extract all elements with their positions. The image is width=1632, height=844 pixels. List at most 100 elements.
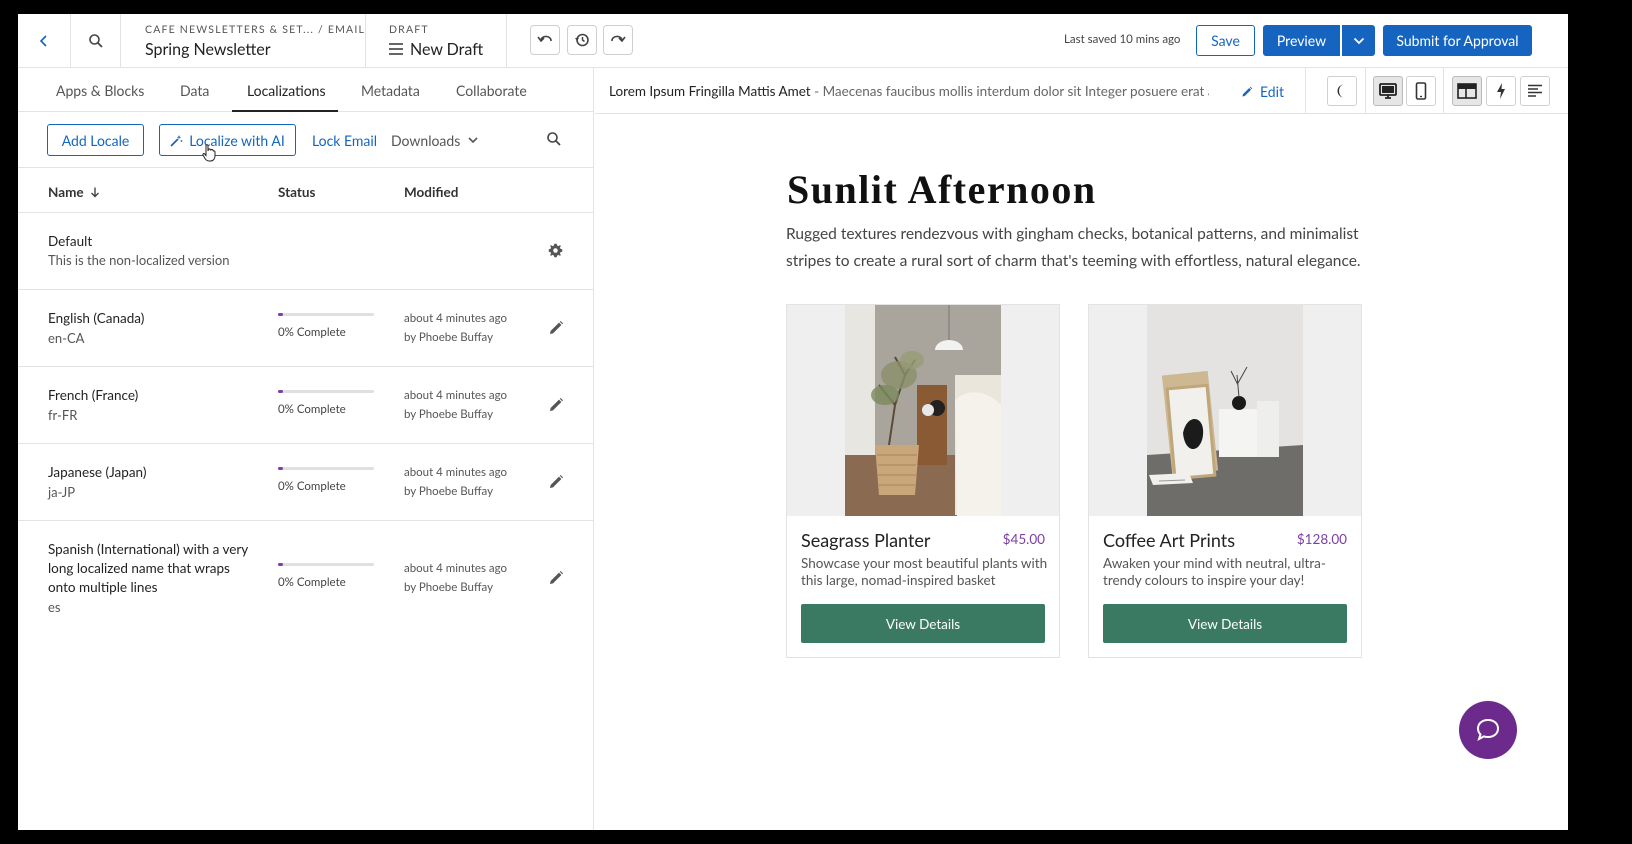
product-card: Coffee Art Prints $128.00 Awaken your mi…: [1088, 304, 1362, 658]
hand-cursor-icon: [202, 144, 216, 162]
subject-text: Lorem Ipsum Fringilla Mattis Amet: [609, 83, 811, 99]
text-align-icon: [1528, 84, 1542, 97]
localize-ai-button[interactable]: Localize with AI: [159, 124, 296, 156]
undo-button[interactable]: [530, 25, 560, 55]
progress-bar: [278, 390, 374, 393]
draft-name: New Draft: [410, 39, 484, 59]
product-title: Seagrass Planter: [801, 529, 931, 551]
product-description: Awaken your mind with neutral, ultra-tre…: [1103, 555, 1326, 588]
search-button[interactable]: [71, 14, 121, 68]
save-button[interactable]: Save: [1196, 25, 1255, 56]
progress-fill: [278, 563, 283, 566]
product-price: $128.00: [1296, 531, 1347, 547]
menu-icon: [389, 43, 403, 55]
amp-view-button[interactable]: [1486, 76, 1516, 106]
name-column-header[interactable]: Name: [48, 184, 100, 200]
product-image: [1089, 305, 1361, 516]
chevron-down-icon: [468, 136, 478, 143]
progress-fill: [278, 390, 283, 393]
chat-support-button[interactable]: [1459, 701, 1517, 759]
product-title: Coffee Art Prints: [1103, 529, 1235, 551]
email-heading: Sunlit Afternoon: [787, 167, 1097, 212]
chevron-left-icon: [39, 35, 47, 47]
modified-time: about 4 minutes ago: [404, 389, 508, 402]
email-breadcrumb[interactable]: CAFE NEWSLETTERS & SET... / EMAIL Spring…: [121, 14, 366, 68]
app-window: CAFE NEWSLETTERS & SET... / EMAIL Spring…: [18, 14, 1568, 830]
tab-data[interactable]: Data: [180, 68, 209, 112]
submit-approval-button[interactable]: Submit for Approval: [1383, 25, 1532, 56]
status-column-header: Status: [278, 184, 316, 200]
desktop-view-button[interactable]: [1373, 76, 1403, 106]
subject-line: Lorem Ipsum Fringilla Mattis Amet - Maec…: [609, 83, 1209, 99]
tab-bar: Apps & Blocks Data Localizations Metadat…: [18, 68, 594, 112]
locale-code: en-CA: [48, 330, 85, 346]
layout-icon: [1457, 83, 1477, 99]
tab-collaborate[interactable]: Collaborate: [456, 68, 527, 112]
pencil-icon[interactable]: [548, 397, 564, 413]
divider: [1305, 68, 1306, 114]
modified-by: by Phoebe Buffay: [404, 581, 494, 594]
locale-row[interactable]: Spanish (International) with a very long…: [18, 520, 594, 635]
downloads-dropdown[interactable]: Downloads: [391, 124, 478, 156]
downloads-label: Downloads: [391, 131, 461, 149]
email-intro: Rugged textures rendezvous with gingham …: [786, 225, 1361, 270]
edit-subject-button[interactable]: Edit: [1241, 83, 1284, 100]
locale-name: Japanese (Japan): [48, 464, 147, 480]
text-view-button[interactable]: [1520, 76, 1550, 106]
mobile-icon: [1415, 82, 1427, 100]
preheader-text: - Maecenas faucibus mollis interdum dolo…: [814, 83, 1209, 99]
locale-row[interactable]: English (Canada) en-CA 0% Complete about…: [18, 289, 594, 366]
lock-email-button[interactable]: Lock Email: [312, 124, 377, 156]
chevron-down-icon: [1353, 37, 1364, 44]
product-image: [787, 305, 1059, 516]
progress-fill: [278, 313, 283, 316]
progress-text: 0% Complete: [278, 480, 346, 493]
progress-text: 0% Complete: [278, 576, 346, 589]
mobile-view-button[interactable]: [1406, 76, 1436, 106]
modified-time: about 4 minutes ago: [404, 562, 508, 575]
default-row: Default This is the non-localized versio…: [18, 212, 594, 289]
name-column-label: Name: [48, 184, 84, 200]
add-locale-button[interactable]: Add Locale: [47, 124, 144, 156]
search-locales-button[interactable]: [546, 131, 564, 149]
locale-row[interactable]: French (France) fr-FR 0% Complete about …: [18, 366, 594, 443]
modified-by: by Phoebe Buffay: [404, 408, 494, 421]
tab-localizations[interactable]: Localizations: [247, 68, 326, 112]
pencil-icon[interactable]: [548, 474, 564, 490]
progress-bar: [278, 313, 374, 316]
subject-bar: Lorem Ipsum Fringilla Mattis Amet - Maec…: [595, 68, 1568, 114]
search-icon: [88, 34, 103, 48]
progress-text: 0% Complete: [278, 326, 346, 339]
gear-icon[interactable]: [548, 243, 563, 258]
view-details-button[interactable]: View Details: [801, 604, 1045, 643]
history-button[interactable]: [567, 25, 597, 55]
edit-label: Edit: [1260, 83, 1285, 100]
art-prints-photo: [1089, 305, 1361, 516]
redo-button[interactable]: [603, 25, 633, 55]
history-icon: [575, 33, 589, 47]
last-saved-text: Last saved 10 mins ago: [1064, 33, 1181, 46]
progress-bar: [278, 467, 374, 470]
desktop-icon: [1379, 83, 1397, 99]
view-details-button[interactable]: View Details: [1103, 604, 1347, 643]
dark-mode-toggle[interactable]: [1327, 76, 1357, 106]
default-row-name: Default: [48, 233, 93, 249]
layout-view-button[interactable]: [1452, 76, 1482, 106]
pencil-icon[interactable]: [548, 570, 564, 586]
default-row-subtitle: This is the non-localized version: [48, 252, 230, 268]
bedroom-photo: [787, 305, 1059, 516]
product-card: Seagrass Planter $45.00 Showcase your mo…: [786, 304, 1060, 658]
draft-selector[interactable]: DRAFT New Draft: [366, 14, 507, 68]
back-button[interactable]: [18, 14, 71, 68]
locale-row[interactable]: Japanese (Japan) ja-JP 0% Complete about…: [18, 443, 594, 520]
moon-icon: [1337, 84, 1344, 98]
pencil-icon[interactable]: [548, 320, 564, 336]
magic-wand-icon: [170, 134, 183, 147]
tab-apps-blocks[interactable]: Apps & Blocks: [56, 68, 144, 112]
modified-by: by Phoebe Buffay: [404, 485, 494, 498]
preview-dropdown-button[interactable]: [1342, 25, 1375, 56]
tab-metadata[interactable]: Metadata: [361, 68, 420, 112]
modified-time: about 4 minutes ago: [404, 466, 508, 479]
preview-button[interactable]: Preview: [1263, 25, 1340, 56]
pencil-icon: [1242, 86, 1253, 96]
